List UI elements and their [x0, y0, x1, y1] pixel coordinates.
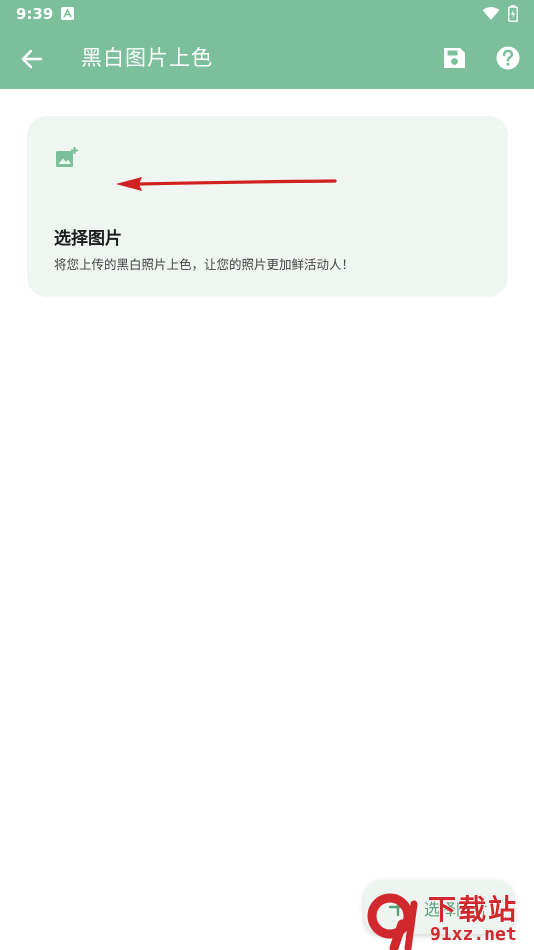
watermark-logo-icon [367, 893, 418, 950]
help-icon [496, 46, 520, 70]
status-time: 9:39 [16, 5, 54, 23]
watermark: 下载站 91xz.net [364, 888, 534, 950]
select-image-card[interactable]: 选择图片 将您上传的黑白照片上色，让您的照片更加鲜活动人！ [27, 116, 508, 297]
watermark-url: 91xz.net [430, 924, 517, 945]
card-description: 将您上传的黑白照片上色，让您的照片更加鲜活动人！ [54, 257, 355, 272]
save-icon [444, 48, 465, 68]
page-title: 黑白图片上色 [81, 46, 213, 70]
watermark-brand: 下载站 [428, 893, 519, 926]
annotation-arrow-icon [116, 177, 337, 191]
wifi-icon [482, 7, 500, 20]
save-button[interactable] [439, 43, 469, 73]
toolbar: 黑白图片上色 [0, 28, 534, 89]
help-button[interactable] [493, 43, 523, 73]
add-photo-icon [56, 147, 78, 167]
battery-icon [508, 5, 518, 22]
card-title: 选择图片 [54, 229, 122, 249]
notification-icon [61, 7, 74, 20]
back-arrow-icon [21, 49, 43, 69]
app-header: 9:39 黑白图片上色 [0, 0, 534, 89]
status-bar: 9:39 [0, 0, 534, 28]
back-button[interactable] [16, 43, 48, 75]
